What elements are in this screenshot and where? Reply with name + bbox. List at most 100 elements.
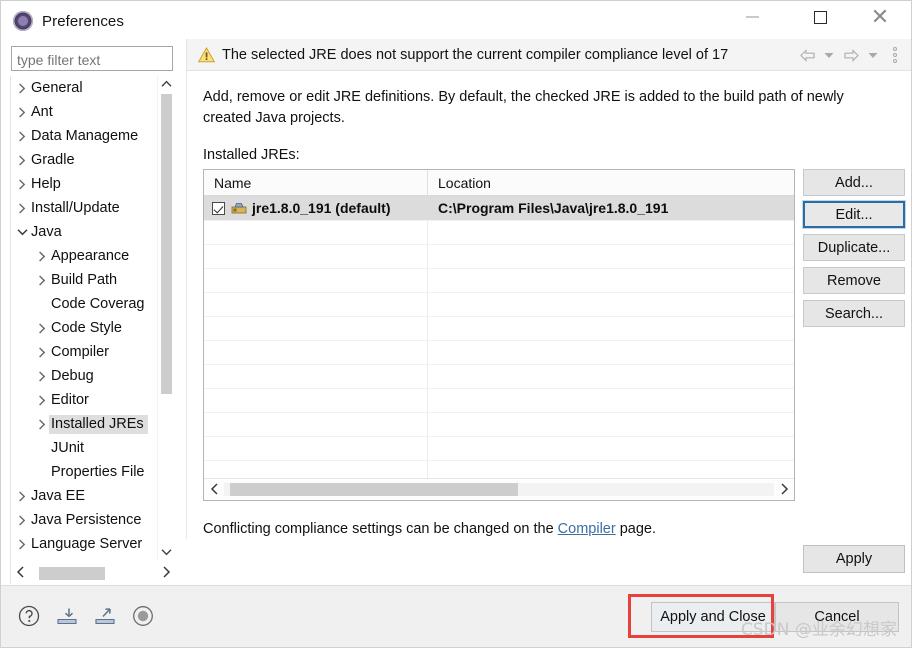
table-horizontal-scrollbar[interactable] bbox=[204, 478, 794, 500]
tree-item-language-server[interactable]: Language Server bbox=[11, 532, 157, 556]
remove-button[interactable]: Remove bbox=[803, 267, 905, 294]
tree-hscroll-track[interactable] bbox=[29, 566, 157, 580]
import-icon[interactable] bbox=[55, 604, 79, 628]
tree-item-maven[interactable]: Maven bbox=[11, 556, 157, 560]
tree-item-gradle[interactable]: Gradle bbox=[11, 148, 157, 172]
table-row[interactable]: jre1.8.0_191 (default) C:\Program Files\J… bbox=[204, 196, 794, 220]
tree-item-label: Compiler bbox=[51, 344, 110, 360]
tree-item-installed-jres[interactable]: Installed JREs bbox=[11, 412, 157, 436]
table-empty-row bbox=[204, 220, 794, 244]
jre-table[interactable]: Name Location jre1.8.0_191 (default) C:\P… bbox=[203, 169, 795, 501]
tree-item-install-update[interactable]: Install/Update bbox=[11, 196, 157, 220]
tree-item-junit[interactable]: JUnit bbox=[11, 436, 157, 460]
scroll-right-arrow-icon[interactable] bbox=[157, 565, 175, 581]
tree-item-label: General bbox=[31, 80, 83, 96]
tree-item-data-manageme[interactable]: Data Manageme bbox=[11, 124, 157, 148]
forward-chevron-down-icon[interactable] bbox=[863, 44, 883, 66]
duplicate-button[interactable]: Duplicate... bbox=[803, 234, 905, 261]
apply-and-close-button[interactable]: Apply and Close bbox=[651, 602, 775, 632]
tree-item-ant[interactable]: Ant bbox=[11, 100, 157, 124]
scroll-left-arrow-icon[interactable] bbox=[11, 565, 29, 581]
table-scroll-left-icon[interactable] bbox=[204, 482, 224, 498]
chevron-right-icon[interactable] bbox=[13, 82, 31, 94]
chevron-right-icon[interactable] bbox=[33, 250, 51, 262]
scroll-down-arrow-icon[interactable] bbox=[158, 544, 174, 560]
cancel-button[interactable]: Cancel bbox=[775, 602, 899, 632]
chevron-right-icon[interactable] bbox=[33, 346, 51, 358]
tree-item-properties-file[interactable]: Properties File bbox=[11, 460, 157, 484]
tree-item-label: Editor bbox=[51, 392, 89, 408]
preferences-gear-icon bbox=[13, 11, 33, 31]
table-cell-name[interactable]: jre1.8.0_191 (default) bbox=[204, 196, 428, 220]
chevron-right-icon[interactable] bbox=[13, 538, 31, 550]
chevron-right-icon[interactable] bbox=[13, 202, 31, 214]
table-body: jre1.8.0_191 (default) C:\Program Files\J… bbox=[204, 196, 794, 484]
tree-hscroll-thumb[interactable] bbox=[39, 566, 105, 580]
table-scroll-right-icon[interactable] bbox=[774, 482, 794, 498]
chevron-right-icon[interactable] bbox=[13, 106, 31, 118]
tree-item-java-persistence[interactable]: Java Persistence bbox=[11, 508, 157, 532]
search-button[interactable]: Search... bbox=[803, 300, 905, 327]
table-hscroll-track[interactable] bbox=[224, 483, 774, 496]
maximize-button[interactable] bbox=[797, 1, 843, 33]
table-cell-location[interactable]: C:\Program Files\Java\jre1.8.0_191 bbox=[428, 200, 794, 216]
tree-item-label: Java Persistence bbox=[31, 512, 142, 528]
tree-item-general[interactable]: General bbox=[11, 76, 157, 100]
tree-items-container: General Ant Data Manageme Gradle Help Install… bbox=[11, 76, 157, 560]
tree-item-help[interactable]: Help bbox=[11, 172, 157, 196]
tree-item-editor[interactable]: Editor bbox=[11, 388, 157, 412]
tree-horizontal-scrollbar[interactable] bbox=[11, 562, 175, 584]
help-icon[interactable] bbox=[17, 604, 41, 628]
table-empty-row bbox=[204, 268, 794, 292]
chevron-right-icon[interactable] bbox=[13, 490, 31, 502]
chevron-right-icon[interactable] bbox=[13, 130, 31, 142]
tree-item-compiler[interactable]: Compiler bbox=[11, 340, 157, 364]
tree-item-java-ee[interactable]: Java EE bbox=[11, 484, 157, 508]
restore-defaults-icon[interactable] bbox=[131, 604, 155, 628]
tree-scroll-thumb[interactable] bbox=[161, 94, 172, 394]
tree-item-appearance[interactable]: Appearance bbox=[11, 244, 157, 268]
chevron-right-icon[interactable] bbox=[13, 154, 31, 166]
forward-arrow-icon[interactable] bbox=[841, 44, 861, 66]
tree-item-code-style[interactable]: Code Style bbox=[11, 316, 157, 340]
chevron-right-icon[interactable] bbox=[33, 274, 51, 286]
conflict-note-prefix: Conflicting compliance settings can be c… bbox=[203, 521, 558, 537]
tree-item-debug[interactable]: Debug bbox=[11, 364, 157, 388]
vertical-dots-icon[interactable] bbox=[885, 44, 905, 66]
tree-item-label: Java EE bbox=[31, 488, 85, 504]
table-empty-row bbox=[204, 436, 794, 460]
scroll-up-arrow-icon[interactable] bbox=[158, 76, 174, 92]
jre-default-checkbox[interactable] bbox=[212, 201, 225, 215]
conflict-note-suffix: page. bbox=[615, 521, 657, 537]
compiler-link[interactable]: Compiler bbox=[558, 521, 616, 537]
search-input[interactable] bbox=[11, 46, 173, 71]
export-icon[interactable] bbox=[93, 604, 117, 628]
back-arrow-icon[interactable] bbox=[797, 44, 817, 66]
edit-button[interactable]: Edit... bbox=[803, 201, 905, 228]
bottom-icon-group bbox=[17, 604, 155, 628]
tree-item-label: Gradle bbox=[31, 152, 75, 168]
back-chevron-down-icon[interactable] bbox=[819, 44, 839, 66]
chevron-right-icon[interactable] bbox=[33, 322, 51, 334]
warning-icon bbox=[198, 46, 215, 62]
installed-jres-label: Installed JREs: bbox=[203, 147, 300, 163]
tree-vertical-scrollbar[interactable] bbox=[157, 76, 174, 560]
column-header-name[interactable]: Name bbox=[204, 170, 428, 196]
chevron-right-icon[interactable] bbox=[33, 394, 51, 406]
add-button[interactable]: Add... bbox=[803, 169, 905, 196]
chevron-down-icon[interactable] bbox=[13, 228, 31, 236]
apply-button[interactable]: Apply bbox=[803, 545, 905, 573]
minimize-button[interactable] bbox=[729, 1, 775, 33]
tree-item-code-coverag[interactable]: Code Coverag bbox=[11, 292, 157, 316]
chevron-right-icon[interactable] bbox=[33, 370, 51, 382]
jre-name: jre1.8.0_191 (default) bbox=[252, 200, 391, 216]
tree-item-java[interactable]: Java bbox=[11, 220, 157, 244]
table-empty-row bbox=[204, 244, 794, 268]
table-hscroll-thumb[interactable] bbox=[230, 483, 518, 496]
tree-item-build-path[interactable]: Build Path bbox=[11, 268, 157, 292]
close-button[interactable]: ✕ bbox=[857, 1, 903, 33]
column-header-location[interactable]: Location bbox=[428, 170, 794, 196]
chevron-right-icon[interactable] bbox=[13, 178, 31, 190]
chevron-right-icon[interactable] bbox=[13, 514, 31, 526]
dialog-buttons: Apply and Close Cancel bbox=[651, 602, 899, 632]
